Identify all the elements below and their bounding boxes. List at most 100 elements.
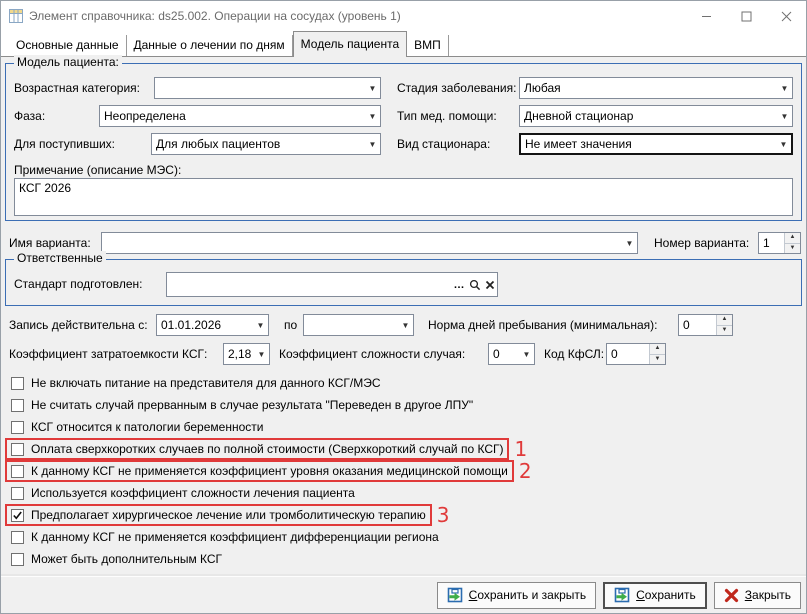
close-window-button[interactable] [766, 1, 806, 31]
checkbox-annotation-box: К данному КСГ не применяется коэффициент… [5, 460, 514, 482]
checkbox-list: Не включать питание на представителя для… [5, 372, 802, 570]
clear-icon[interactable] [482, 280, 497, 290]
checkbox-label: Предполагает хирургическое лечение или т… [31, 508, 426, 522]
spin-down-icon[interactable]: ▼ [717, 326, 732, 336]
hospital-kind-label: Вид стационара: [397, 133, 490, 155]
checkbox-label: Может быть дополнительным КСГ [31, 552, 222, 566]
kfsl-code-spinner[interactable]: 0 ▲▼ [606, 343, 666, 365]
valid-to-label: по [284, 314, 297, 336]
variant-name-combo[interactable]: ▼ [101, 232, 638, 254]
close-button[interactable]: Закрыть [714, 582, 801, 609]
spin-down-icon[interactable]: ▼ [650, 355, 665, 365]
annotation-number: 1 [514, 439, 527, 459]
checkbox[interactable] [11, 487, 24, 500]
checkbox-label: Не считать случай прерванным в случае ре… [31, 398, 473, 412]
care-type-combo[interactable]: Дневной стационар▼ [519, 105, 793, 127]
chevron-down-icon: ▼ [365, 140, 380, 149]
admitted-combo[interactable]: Для любых пациентов▼ [151, 133, 381, 155]
save-icon [614, 587, 630, 603]
checkbox-row: К данному КСГ не применяется коэффициент… [5, 460, 802, 482]
checkbox[interactable] [11, 377, 24, 390]
checkbox-label: Оплата сверхкоротких случаев по полной с… [31, 442, 503, 456]
spinner-buttons[interactable]: ▲▼ [716, 315, 732, 335]
variant-number-spinner[interactable]: 1 ▲▼ [758, 232, 801, 254]
close-icon [724, 588, 739, 603]
checkbox[interactable] [11, 443, 24, 456]
button-label: Сохранить [636, 588, 696, 602]
ellipsis-button[interactable]: … [452, 279, 467, 291]
phase-combo[interactable]: Неопределена▼ [99, 105, 381, 127]
stay-norm-spinner[interactable]: 0 ▲▼ [678, 314, 733, 336]
valid-from-label: Запись действительна с: [9, 314, 148, 336]
valid-to-date-combo[interactable]: ▼ [303, 314, 414, 336]
spin-up-icon[interactable]: ▲ [650, 344, 665, 355]
cost-coefficient-combo[interactable]: 2,18▼ [223, 343, 270, 365]
chevron-down-icon: ▼ [622, 239, 637, 248]
spin-up-icon[interactable]: ▲ [785, 233, 800, 244]
tab[interactable]: Модель пациента [293, 31, 408, 57]
checkbox[interactable] [11, 421, 24, 434]
spin-up-icon[interactable]: ▲ [717, 315, 732, 326]
checkbox[interactable] [11, 531, 24, 544]
chevron-down-icon: ▼ [776, 140, 791, 149]
responsible-legend: Ответственные [14, 251, 106, 265]
spinner-buttons[interactable]: ▲▼ [784, 233, 800, 253]
checkbox-annotation-box: Может быть дополнительным КСГ [5, 548, 228, 570]
save-icon [447, 587, 463, 603]
valid-from-date-combo[interactable]: 01.01.2026▼ [156, 314, 269, 336]
window-controls [686, 1, 806, 31]
checkbox-annotation-box: Предполагает хирургическое лечение или т… [5, 504, 432, 526]
chevron-down-icon: ▼ [253, 321, 268, 330]
checkbox-row: К данному КСГ не применяется коэффициент… [5, 526, 802, 548]
checkbox-label: Не включать питание на представителя для… [31, 376, 381, 390]
age-category-combo[interactable]: ▼ [154, 77, 381, 99]
checkbox-row: Не включать питание на представителя для… [5, 372, 802, 394]
checkbox-label: Используется коэффициент сложности лечен… [31, 486, 355, 500]
save-and-close-button[interactable]: Сохранить и закрыть [437, 582, 596, 609]
check-icon [12, 510, 23, 521]
window-title: Элемент справочника: ds25.002. Операции … [29, 9, 401, 23]
tabstrip: Основные данныеДанные о лечении по днямМ… [1, 31, 806, 57]
standard-prepared-label: Стандарт подготовлен: [14, 273, 142, 295]
dialog-window: Элемент справочника: ds25.002. Операции … [0, 0, 807, 614]
checkbox-row: Используется коэффициент сложности лечен… [5, 482, 802, 504]
tab[interactable]: Основные данные [9, 35, 127, 56]
spinner-buttons[interactable]: ▲▼ [649, 344, 665, 364]
checkbox-annotation-box: Не включать питание на представителя для… [5, 372, 387, 394]
checkbox-annotation-box: К данному КСГ не применяется коэффициент… [5, 526, 445, 548]
responsible-groupbox: Ответственные Стандарт подготовлен: … [5, 259, 802, 306]
stay-norm-label: Норма дней пребывания (минимальная): [428, 314, 657, 336]
kfsl-code-label: Код КфСЛ: [544, 343, 604, 365]
tab[interactable]: ВМП [407, 35, 449, 56]
disease-stage-label: Стадия заболевания: [397, 77, 516, 99]
complexity-coefficient-combo[interactable]: 0▼ [488, 343, 535, 365]
admitted-label: Для поступивших: [14, 133, 115, 155]
minimize-button[interactable] [686, 1, 726, 31]
note-textarea[interactable]: КСГ 2026 [14, 178, 793, 216]
complexity-coefficient-label: Коэффициент сложности случая: [279, 343, 465, 365]
standard-prepared-field[interactable]: … [166, 272, 498, 297]
search-icon[interactable] [467, 279, 482, 291]
annotation-number: 2 [519, 461, 532, 481]
disease-stage-combo[interactable]: Любая▼ [519, 77, 793, 99]
checkbox[interactable] [11, 399, 24, 412]
hospital-kind-combo[interactable]: Не имеет значения▼ [519, 133, 793, 155]
checkbox[interactable] [11, 465, 24, 478]
checkbox-annotation-box: Оплата сверхкоротких случаев по полной с… [5, 438, 509, 460]
save-button[interactable]: Сохранить [603, 582, 707, 609]
chevron-down-icon: ▼ [519, 350, 534, 359]
cost-coefficient-label: Коэффициент затратоемкости КСГ: [9, 343, 207, 365]
chevron-down-icon: ▼ [365, 84, 380, 93]
checkbox-row: Оплата сверхкоротких случаев по полной с… [5, 438, 802, 460]
checkbox[interactable] [11, 509, 24, 522]
chevron-down-icon: ▼ [254, 350, 269, 359]
tab-page-patient-model: Модель пациента: Возрастная категория: ▼… [1, 57, 806, 613]
checkbox[interactable] [11, 553, 24, 566]
spin-down-icon[interactable]: ▼ [785, 244, 800, 254]
tab[interactable]: Данные о лечении по дням [127, 35, 293, 56]
checkbox-annotation-box: Используется коэффициент сложности лечен… [5, 482, 361, 504]
maximize-button[interactable] [726, 1, 766, 31]
checkbox-annotation-box: КСГ относится к патологии беременности [5, 416, 269, 438]
variant-number-label: Номер варианта: [654, 232, 749, 254]
button-bar: Сохранить и закрыть Сохранить Закрыть [1, 576, 806, 613]
